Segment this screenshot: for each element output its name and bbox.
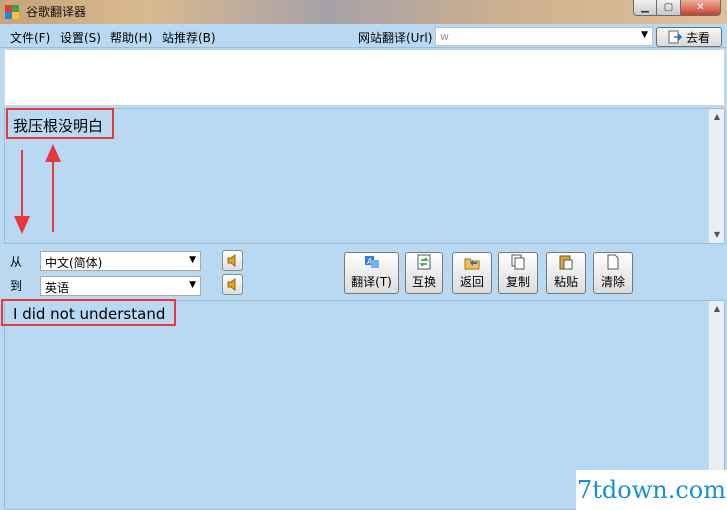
chevron-down-icon[interactable]: ▼	[189, 255, 196, 265]
from-label: 从	[10, 255, 23, 269]
web-view[interactable]	[4, 49, 725, 106]
target-highlight-box	[1, 299, 176, 326]
source-highlight-box	[6, 108, 114, 139]
menu-file[interactable]: 文件(F)	[10, 29, 50, 46]
swap-icon	[417, 254, 431, 270]
scroll-up-icon[interactable]: ▲	[709, 301, 725, 317]
paste-icon	[559, 255, 573, 270]
close-button[interactable]: ✕	[681, 0, 721, 16]
source-scrollbar[interactable]: ▲ ▼	[708, 109, 724, 243]
go-button[interactable]: 去看	[656, 27, 722, 47]
scroll-down-icon[interactable]: ▼	[709, 227, 725, 243]
copy-button[interactable]: 复制	[498, 252, 538, 294]
menu-recommend[interactable]: 站推荐(B)	[162, 29, 216, 46]
clear-button[interactable]: 清除	[593, 252, 633, 294]
to-language-select[interactable]: 英语 ▼	[40, 276, 201, 296]
from-language-value: 中文(简体)	[45, 256, 103, 270]
from-language-select[interactable]: 中文(简体) ▼	[40, 251, 201, 271]
language-controls: 从 到 中文(简体) ▼ 英语 ▼ A 翻译(T) 互换 返回 复制 粘贴 清除	[0, 245, 727, 300]
back-button[interactable]: 返回	[452, 252, 492, 294]
app-logo-icon	[5, 5, 19, 19]
copy-icon	[511, 254, 525, 270]
go-arrow-icon	[668, 30, 682, 44]
translate-button-label: 翻译(T)	[351, 275, 392, 289]
speaker-icon	[227, 254, 236, 267]
back-button-label: 返回	[459, 275, 484, 289]
speaker-icon	[227, 278, 236, 291]
watermark: 7tdown.com	[576, 470, 727, 510]
url-input[interactable]: w ▼	[435, 27, 653, 46]
copy-button-label: 复制	[505, 275, 530, 289]
url-label: 网站翻译(Url)	[358, 31, 433, 45]
menu-help[interactable]: 帮助(H)	[110, 29, 152, 46]
menu-settings[interactable]: 设置(S)	[60, 29, 101, 46]
scroll-up-icon[interactable]: ▲	[709, 109, 725, 125]
annotation-arrows	[14, 144, 61, 234]
paste-button-label: 粘贴	[553, 275, 578, 289]
maximize-button[interactable]: ▢	[657, 0, 681, 16]
speak-target-button[interactable]	[222, 274, 243, 295]
window-title: 谷歌翻译器	[26, 5, 87, 19]
swap-button-label: 互换	[411, 275, 436, 289]
chevron-down-icon[interactable]: ▼	[641, 30, 648, 40]
swap-button[interactable]: 互换	[405, 252, 443, 294]
folder-back-icon	[464, 258, 480, 270]
minimize-button[interactable]: ▁	[633, 0, 657, 16]
speak-source-button[interactable]	[222, 250, 243, 271]
translate-icon: A	[364, 256, 379, 268]
chevron-down-icon[interactable]: ▼	[189, 280, 196, 290]
go-button-label: 去看	[685, 30, 710, 45]
blank-page-icon	[607, 254, 619, 270]
paste-button[interactable]: 粘贴	[546, 252, 586, 294]
translate-button[interactable]: A 翻译(T)	[344, 252, 399, 294]
clear-button-label: 清除	[600, 275, 625, 289]
url-value: w	[440, 30, 449, 43]
title-bar: 谷歌翻译器 ▁ ▢ ✕	[0, 0, 727, 24]
to-label: 到	[10, 279, 23, 293]
down-arrow-icon	[14, 150, 30, 234]
up-arrow-icon	[45, 144, 61, 232]
to-language-value: 英语	[45, 281, 70, 295]
